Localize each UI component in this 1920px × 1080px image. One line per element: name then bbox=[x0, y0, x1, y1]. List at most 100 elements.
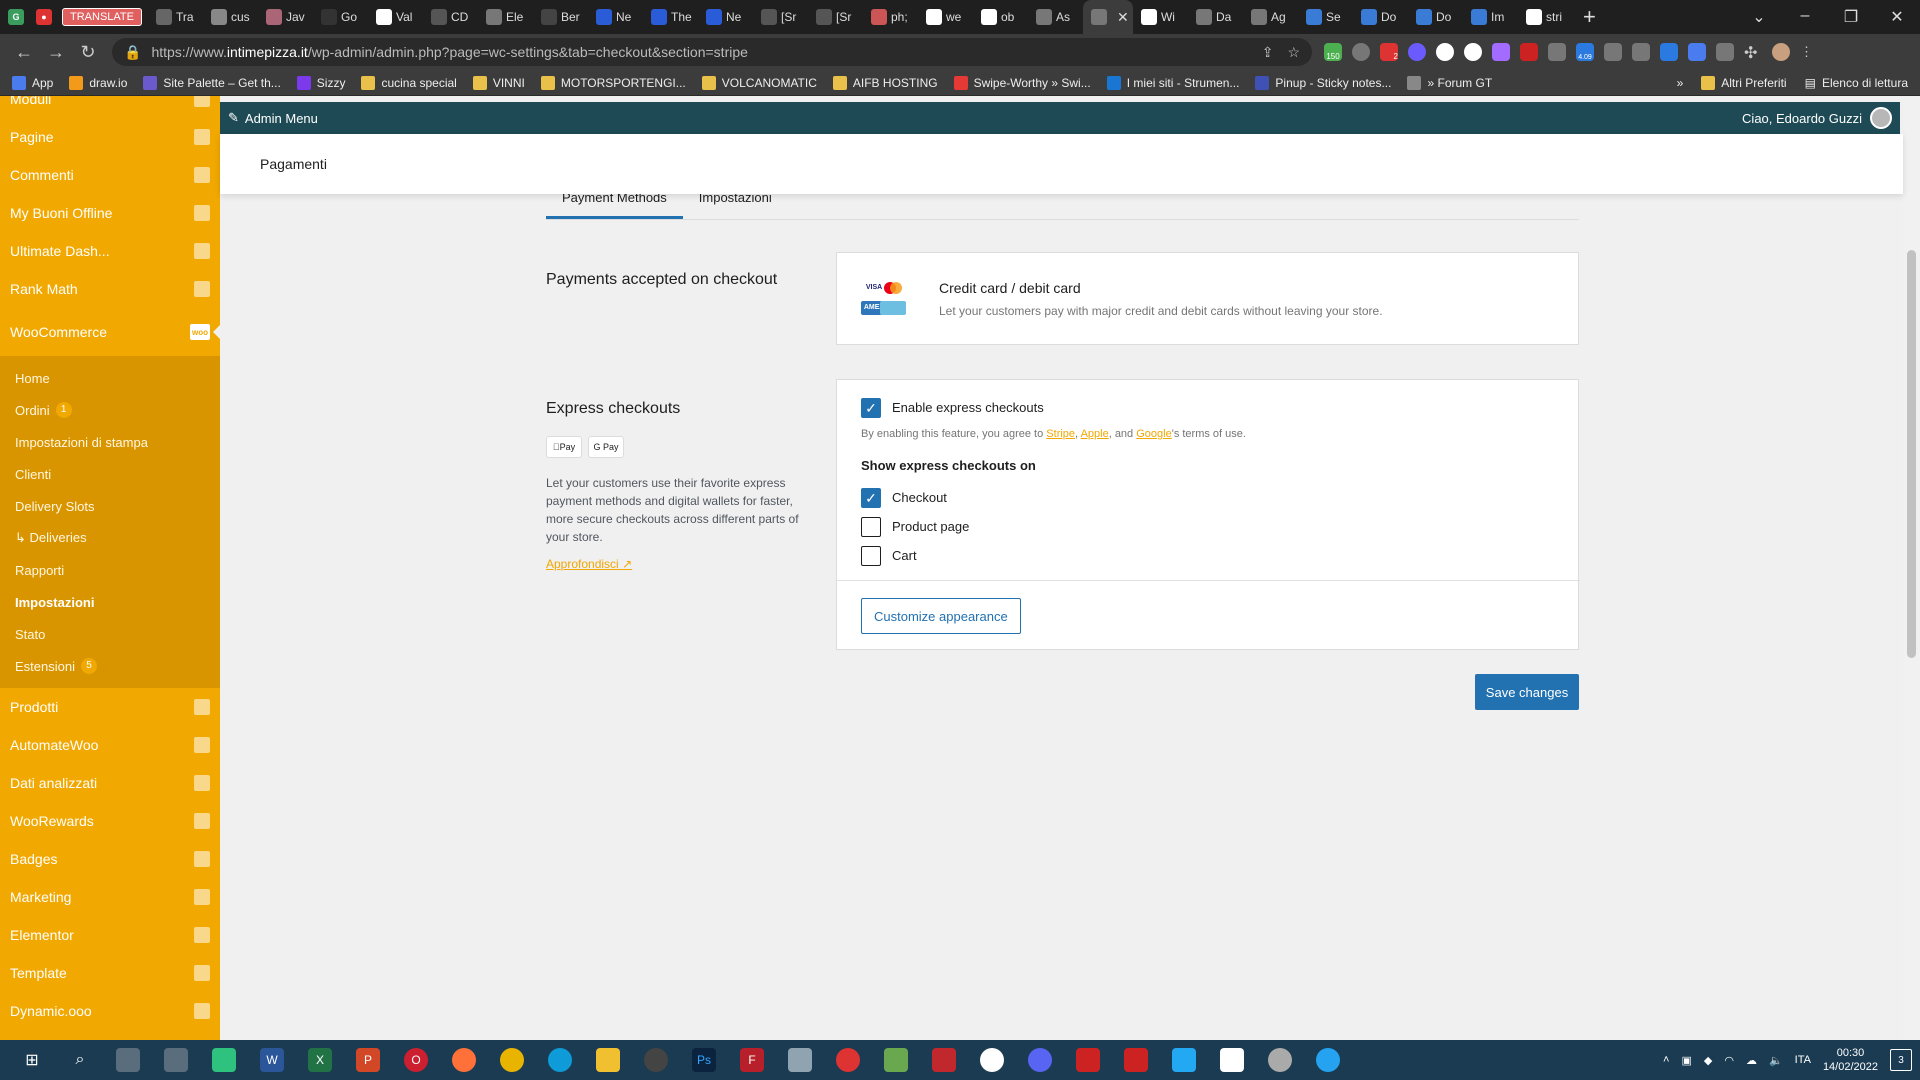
extension-icon[interactable]: 2 bbox=[1380, 43, 1398, 61]
bookmark-item[interactable]: Pinup - Sticky notes... bbox=[1255, 75, 1391, 90]
sidebar-item-woocommerce[interactable]: WooCommerce woo bbox=[0, 308, 220, 356]
bookmark-star-icon[interactable]: ☆ bbox=[1287, 44, 1300, 61]
word-icon[interactable]: W bbox=[260, 1048, 284, 1072]
taskbar-app-icon[interactable] bbox=[1220, 1048, 1244, 1072]
browser-tab[interactable]: [Sr bbox=[753, 0, 808, 34]
save-changes-button[interactable]: Save changes bbox=[1475, 674, 1579, 710]
learn-more-link[interactable]: Approfondisci ↗ bbox=[546, 557, 632, 571]
opera-icon[interactable]: O bbox=[404, 1048, 428, 1072]
bookmark-item[interactable]: Swipe-Worthy » Swi... bbox=[953, 75, 1091, 90]
close-tab-icon[interactable]: ✕ bbox=[1117, 9, 1129, 26]
vscode-icon[interactable] bbox=[1172, 1048, 1196, 1072]
obs-icon[interactable] bbox=[644, 1048, 668, 1072]
bookmark-item[interactable]: AIFB HOSTING bbox=[832, 75, 938, 90]
extension-icon[interactable] bbox=[1660, 43, 1678, 61]
firefox-icon[interactable] bbox=[452, 1048, 476, 1072]
browser-tab[interactable]: Ber bbox=[533, 0, 588, 34]
taskbar-app-icon[interactable] bbox=[164, 1048, 188, 1072]
extension-icon[interactable] bbox=[1464, 43, 1482, 61]
new-tab-button[interactable]: + bbox=[1573, 4, 1606, 30]
submenu-item[interactable]: Impostazioni bbox=[0, 586, 220, 618]
browser-tab[interactable]: Da bbox=[1188, 0, 1243, 34]
submenu-item[interactable]: Ordini 1 bbox=[0, 394, 220, 426]
language-indicator[interactable]: ITA bbox=[1795, 1054, 1811, 1066]
browser-tab[interactable]: Do bbox=[1408, 0, 1463, 34]
minimize-button[interactable]: – bbox=[1782, 7, 1828, 27]
browser-tab[interactable]: ob bbox=[973, 0, 1028, 34]
excel-icon[interactable]: X bbox=[308, 1048, 332, 1072]
chrome-icon[interactable] bbox=[500, 1048, 524, 1072]
bookmark-item[interactable]: App bbox=[12, 75, 53, 90]
taskbar-app-icon[interactable] bbox=[932, 1048, 956, 1072]
sidebar-item[interactable]: Commenti bbox=[0, 156, 220, 194]
tray-app-icon[interactable]: ◆ bbox=[1704, 1054, 1712, 1067]
taskbar-app-icon[interactable] bbox=[1268, 1048, 1292, 1072]
volume-icon[interactable]: 🔈 bbox=[1769, 1054, 1783, 1067]
reading-list[interactable]: ▤ Elenco di lettura bbox=[1805, 76, 1908, 90]
sidebar-item[interactable]: Ultimate Dash... bbox=[0, 232, 220, 270]
location-checkbox[interactable] bbox=[861, 546, 881, 566]
tab-payment-methods[interactable]: Payment Methods bbox=[546, 190, 683, 219]
browser-tab[interactable]: we bbox=[918, 0, 973, 34]
translate-tab[interactable]: TRANSLATE bbox=[62, 8, 142, 26]
bookmark-item[interactable]: Sizzy bbox=[296, 75, 345, 90]
browser-tab[interactable]: Val bbox=[368, 0, 423, 34]
close-window-button[interactable]: ✕ bbox=[1874, 7, 1920, 27]
browser-tab[interactable]: CD bbox=[423, 0, 478, 34]
bookmark-item[interactable]: » Forum GT bbox=[1407, 75, 1492, 90]
photoshop-icon[interactable]: Ps bbox=[692, 1048, 716, 1072]
submenu-item[interactable]: Impostazioni di stampa bbox=[0, 426, 220, 458]
sidebar-item[interactable]: Badges bbox=[0, 840, 220, 878]
google-terms-link[interactable]: Google bbox=[1136, 428, 1171, 440]
taskbar-app-icon[interactable] bbox=[1316, 1048, 1340, 1072]
apple-terms-link[interactable]: Apple bbox=[1081, 428, 1109, 440]
lock-icon[interactable]: 🔒 bbox=[124, 44, 141, 61]
extension-icon[interactable] bbox=[1436, 43, 1454, 61]
browser-tab[interactable]: cus bbox=[203, 0, 258, 34]
extension-icon[interactable] bbox=[1352, 43, 1370, 61]
scrollbar-thumb[interactable] bbox=[1907, 250, 1916, 658]
bookmark-item[interactable]: VOLCANOMATIC bbox=[701, 75, 817, 90]
browser-tab[interactable]: Do bbox=[1353, 0, 1408, 34]
sidebar-item[interactable]: Dati analizzati bbox=[0, 764, 220, 802]
browser-tab[interactable]: Jav bbox=[258, 0, 313, 34]
taskbar-app-icon[interactable] bbox=[884, 1048, 908, 1072]
url-input[interactable]: 🔒 https://www. intimepizza.it/wp-admin/ad… bbox=[112, 38, 1312, 66]
extension-icon[interactable] bbox=[1716, 43, 1734, 61]
extension-icon[interactable] bbox=[1632, 43, 1650, 61]
browser-tab[interactable]: As bbox=[1028, 0, 1083, 34]
browser-tab[interactable]: Ag bbox=[1243, 0, 1298, 34]
admin-menu-button[interactable]: ✎ Admin Menu bbox=[228, 110, 318, 126]
taskbar-app-icon[interactable] bbox=[1076, 1048, 1100, 1072]
sidebar-item[interactable]: Rank Math bbox=[0, 270, 220, 308]
powerpoint-icon[interactable]: P bbox=[356, 1048, 380, 1072]
record-icon[interactable]: ● bbox=[28, 0, 56, 34]
page-scrollbar[interactable] bbox=[1903, 102, 1920, 1040]
browser-tab[interactable]: Ne bbox=[588, 0, 643, 34]
share-icon[interactable]: ⇪ bbox=[1262, 44, 1274, 61]
restore-button[interactable]: ❐ bbox=[1828, 7, 1874, 27]
extension-icon[interactable]: 150 bbox=[1324, 43, 1342, 61]
start-icon[interactable]: ⊞ bbox=[20, 1048, 44, 1072]
sidebar-item[interactable]: AutomateWoo bbox=[0, 726, 220, 764]
file-explorer-icon[interactable] bbox=[596, 1048, 620, 1072]
onedrive-icon[interactable]: ☁ bbox=[1746, 1054, 1757, 1067]
browser-tab[interactable]: Ne bbox=[698, 0, 753, 34]
extension-icon[interactable] bbox=[1408, 43, 1426, 61]
sidebar-item[interactable]: Moduli bbox=[0, 96, 220, 118]
sidebar-item[interactable]: My Buoni Offline bbox=[0, 194, 220, 232]
submenu-item[interactable]: Estensioni 5 bbox=[0, 650, 220, 682]
browser-tab[interactable]: Ele bbox=[478, 0, 533, 34]
browser-tab[interactable]: stri bbox=[1518, 0, 1573, 34]
discord-icon[interactable] bbox=[1028, 1048, 1052, 1072]
bookmark-item[interactable]: I miei siti - Strumen... bbox=[1106, 75, 1239, 90]
recorder-icon[interactable] bbox=[836, 1048, 860, 1072]
search-icon[interactable]: ⌕ bbox=[68, 1048, 92, 1072]
submenu-item[interactable]: Rapporti bbox=[0, 554, 220, 586]
browser-tab[interactable]: Tra bbox=[148, 0, 203, 34]
bookmark-item[interactable]: cucina special bbox=[361, 75, 457, 90]
browser-tab[interactable]: Go bbox=[313, 0, 368, 34]
sidebar-item[interactable]: Pagine bbox=[0, 118, 220, 156]
sidebar-item[interactable]: Prodotti bbox=[0, 688, 220, 726]
submenu-item[interactable]: Clienti bbox=[0, 458, 220, 490]
